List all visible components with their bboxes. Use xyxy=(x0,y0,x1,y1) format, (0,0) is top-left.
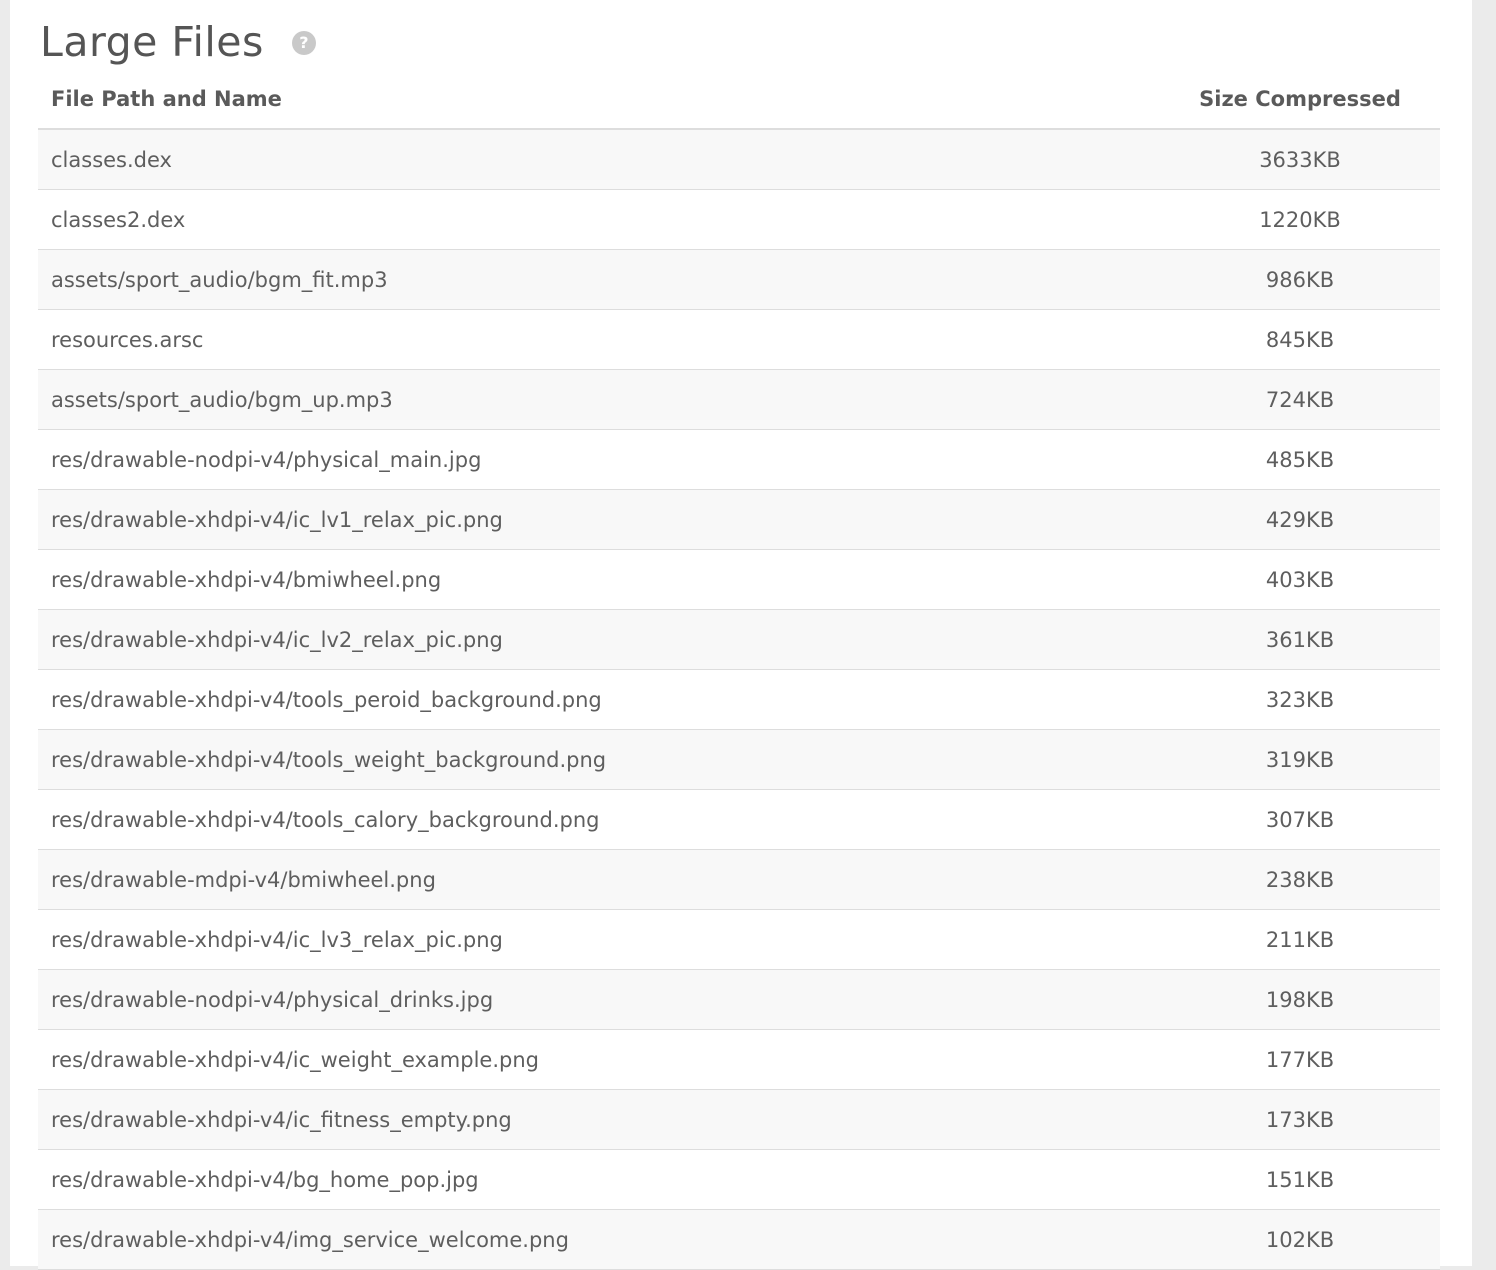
file-size-cell: 151KB xyxy=(1265,1167,1335,1192)
file-size-cell: 1220KB xyxy=(1259,207,1341,232)
table-row: res/drawable-xhdpi-v4/ic_lv1_relax_pic.p… xyxy=(38,490,1440,550)
file-size-cell: 102KB xyxy=(1265,1227,1335,1252)
table-row: res/drawable-xhdpi-v4/img_service_welcom… xyxy=(38,1210,1440,1270)
table-row: res/drawable-xhdpi-v4/ic_lv2_relax_pic.p… xyxy=(38,610,1440,670)
file-size-cell: 986KB xyxy=(1265,267,1335,292)
section-heading: Large Files ? xyxy=(40,14,316,70)
question-circle-icon[interactable]: ? xyxy=(291,31,316,55)
file-path-cell: res/drawable-xhdpi-v4/img_service_welcom… xyxy=(51,1227,569,1252)
file-path-cell: res/drawable-xhdpi-v4/ic_lv3_relax_pic.p… xyxy=(51,927,503,952)
table-row: res/drawable-xhdpi-v4/ic_weight_example.… xyxy=(38,1030,1440,1090)
file-size-cell: 173KB xyxy=(1265,1107,1335,1132)
file-path-cell: res/drawable-xhdpi-v4/tools_calory_backg… xyxy=(51,807,600,832)
section-title: Large Files xyxy=(40,18,264,66)
file-path-cell: res/drawable-xhdpi-v4/ic_fitness_empty.p… xyxy=(51,1107,512,1132)
file-path-cell: classes.dex xyxy=(51,147,172,172)
table-row: res/drawable-xhdpi-v4/ic_lv3_relax_pic.p… xyxy=(38,910,1440,970)
file-path-cell: classes2.dex xyxy=(51,207,186,232)
column-header-size[interactable]: Size Compressed xyxy=(1160,87,1440,111)
file-path-cell: assets/sport_audio/bgm_fit.mp3 xyxy=(51,267,388,292)
file-size-cell: 323KB xyxy=(1265,687,1335,712)
file-size-cell: 361KB xyxy=(1265,627,1335,652)
table-row: res/drawable-xhdpi-v4/ic_fitness_empty.p… xyxy=(38,1090,1440,1150)
file-path-cell: assets/sport_audio/bgm_up.mp3 xyxy=(51,387,393,412)
table-row: res/drawable-xhdpi-v4/bmiwheel.png 403KB xyxy=(38,550,1440,610)
file-path-cell: res/drawable-nodpi-v4/physical_main.jpg xyxy=(51,447,482,472)
table-row: res/drawable-nodpi-v4/physical_drinks.jp… xyxy=(38,970,1440,1030)
table-header: File Path and Name Size Compressed xyxy=(38,70,1440,130)
file-path-cell: res/drawable-xhdpi-v4/bg_home_pop.jpg xyxy=(51,1167,479,1192)
large-files-panel: Large Files ? File Path and Name Size Co… xyxy=(10,0,1472,1270)
file-size-cell: 307KB xyxy=(1265,807,1335,832)
table-row: res/drawable-xhdpi-v4/tools_calory_backg… xyxy=(38,790,1440,850)
table-row: res/drawable-xhdpi-v4/bg_home_pop.jpg 151… xyxy=(38,1150,1440,1210)
table-row: assets/sport_audio/bgm_up.mp3 724KB xyxy=(38,370,1440,430)
file-size-cell: 177KB xyxy=(1265,1047,1335,1072)
table-body: classes.dex 3633KB classes2.dex 1220KB asset… xyxy=(38,130,1440,1270)
table-row: res/drawable-xhdpi-v4/tools_peroid_backg… xyxy=(38,670,1440,730)
table-row: classes2.dex 1220KB xyxy=(38,190,1440,250)
table-row: resources.arsc 845KB xyxy=(38,310,1440,370)
file-size-cell: 845KB xyxy=(1265,327,1335,352)
table-row: res/drawable-nodpi-v4/physical_main.jpg 4… xyxy=(38,430,1440,490)
file-size-cell: 3633KB xyxy=(1259,147,1341,172)
file-size-cell: 429KB xyxy=(1265,507,1335,532)
file-size-cell: 211KB xyxy=(1265,927,1335,952)
large-files-table: File Path and Name Size Compressed class… xyxy=(38,70,1440,1270)
column-header-file-path[interactable]: File Path and Name xyxy=(38,87,1160,111)
file-path-cell: res/drawable-xhdpi-v4/ic_lv2_relax_pic.p… xyxy=(51,627,503,652)
file-path-cell: res/drawable-xhdpi-v4/ic_lv1_relax_pic.p… xyxy=(51,507,503,532)
file-path-cell: res/drawable-xhdpi-v4/bmiwheel.png xyxy=(51,567,442,592)
file-path-cell: res/drawable-xhdpi-v4/tools_weight_backg… xyxy=(51,747,607,772)
file-size-cell: 238KB xyxy=(1265,867,1335,892)
table-row: classes.dex 3633KB xyxy=(38,130,1440,190)
file-size-cell: 485KB xyxy=(1265,447,1335,472)
table-row: res/drawable-mdpi-v4/bmiwheel.png 238KB xyxy=(38,850,1440,910)
file-size-cell: 319KB xyxy=(1265,747,1335,772)
file-path-cell: res/drawable-xhdpi-v4/ic_weight_example.… xyxy=(51,1047,539,1072)
table-row: res/drawable-xhdpi-v4/tools_weight_backg… xyxy=(38,730,1440,790)
file-path-cell: res/drawable-mdpi-v4/bmiwheel.png xyxy=(51,867,436,892)
file-path-cell: resources.arsc xyxy=(51,327,204,352)
table-row: assets/sport_audio/bgm_fit.mp3 986KB xyxy=(38,250,1440,310)
file-size-cell: 198KB xyxy=(1265,987,1335,1012)
file-size-cell: 724KB xyxy=(1265,387,1335,412)
file-size-cell: 403KB xyxy=(1265,567,1335,592)
file-path-cell: res/drawable-xhdpi-v4/tools_peroid_backg… xyxy=(51,687,602,712)
file-path-cell: res/drawable-nodpi-v4/physical_drinks.jp… xyxy=(51,987,494,1012)
